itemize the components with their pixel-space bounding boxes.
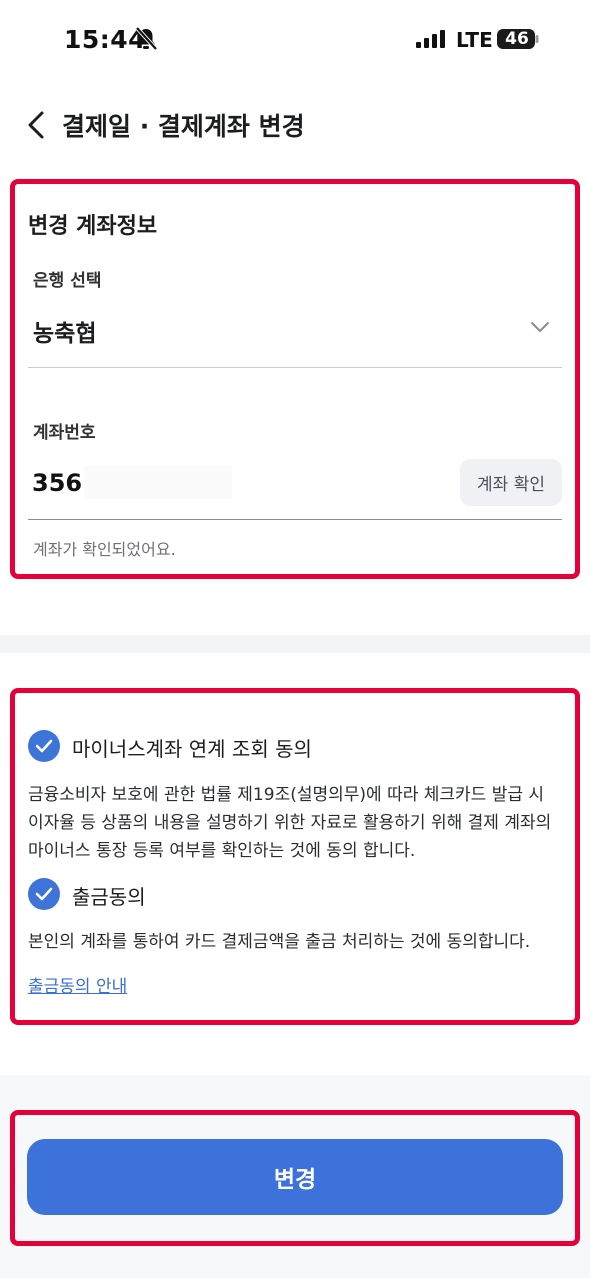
- account-section-title: 변경 계좌정보: [28, 214, 158, 239]
- account-verified-message: 계좌가 확인되었어요.: [33, 540, 176, 559]
- bell-muted-icon: [135, 26, 158, 51]
- page-title: 결제일 · 결제계좌 변경: [62, 112, 305, 141]
- account-number-label: 계좌번호: [33, 423, 96, 443]
- masked-account-digits: [84, 466, 232, 499]
- minus-consent-body: 금융소비자 보호에 관한 법률 제19조(설명의무)에 따라 체크카드 발급 시…: [28, 785, 552, 861]
- section-divider: [0, 635, 590, 653]
- withdraw-consent-title: 출금동의: [72, 885, 146, 909]
- back-arrow-icon[interactable]: [24, 109, 50, 141]
- network-type: LTE: [456, 28, 493, 52]
- checkmark-icon: [35, 887, 53, 901]
- verify-account-button[interactable]: 계좌 확인: [460, 459, 562, 506]
- withdraw-guide-link[interactable]: 출금동의 안내: [28, 972, 127, 997]
- bank-select-label: 은행 선택: [33, 271, 102, 291]
- page-header: 결제일 · 결제계좌 변경: [0, 95, 590, 155]
- status-bar: 15:44 LTE 46: [0, 0, 590, 80]
- battery-level: 46: [505, 29, 529, 49]
- bank-selected-value: 농축협: [33, 321, 97, 347]
- checkmark-icon: [35, 739, 53, 753]
- change-submit-button[interactable]: 변경: [27, 1139, 563, 1215]
- minus-consent-checkbox[interactable]: [28, 730, 60, 762]
- chevron-down-icon: [531, 322, 549, 332]
- withdraw-consent-body: 본인의 계좌를 통하여 카드 결제금액을 출금 처리하는 것에 동의합니다.: [28, 932, 531, 952]
- signal-icon: [416, 30, 445, 48]
- withdraw-consent-checkbox[interactable]: [28, 878, 60, 910]
- bank-select-dropdown[interactable]: 농축협: [28, 306, 562, 368]
- account-number-field: 계좌 확인: [28, 456, 562, 520]
- minus-consent-title: 마이너스계좌 연계 조회 동의: [72, 737, 312, 761]
